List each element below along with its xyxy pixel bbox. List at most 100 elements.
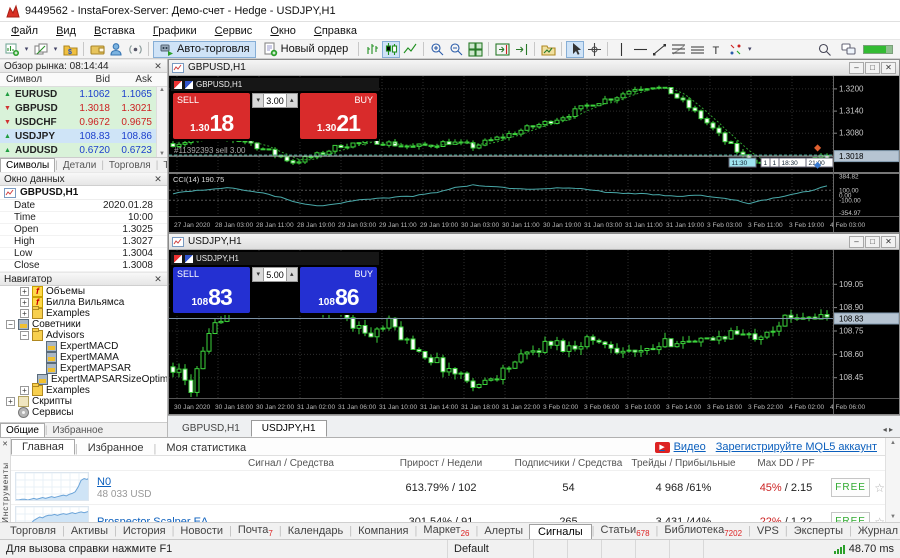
bar-chart-button[interactable]	[363, 41, 381, 58]
market-watch-row-usdchf[interactable]: ▼USDCHF0.96720.9675	[0, 115, 156, 129]
zoom-in-button[interactable]	[428, 41, 446, 58]
toolbox-tab-журнал[interactable]: Журнал	[852, 525, 900, 537]
column-header-4[interactable]: Трейды / Прибыльные	[626, 458, 741, 469]
zoom-out-button[interactable]	[447, 41, 465, 58]
line-chart-button[interactable]	[401, 41, 419, 58]
column-header-1[interactable]: Сигнал / Средства	[11, 458, 371, 469]
close-icon[interactable]: ✕	[881, 62, 896, 74]
volume-up-button[interactable]: ▴	[286, 267, 298, 282]
menu-справка[interactable]: Справка	[305, 24, 366, 38]
tile-windows-button[interactable]	[466, 41, 484, 58]
tree-item-examples[interactable]: +Examples	[0, 308, 167, 319]
column-header-3[interactable]: Подписчики / Средства	[511, 458, 626, 469]
gbpusd-window-titlebar[interactable]: GBPUSD,H1 – □ ✕	[169, 60, 899, 76]
close-icon[interactable]: ✕	[153, 274, 163, 285]
register-mql5-link[interactable]: Зарегистрируйте MQL5 аккаунт	[716, 441, 877, 453]
column-header-5[interactable]: Max DD / PF	[741, 458, 831, 469]
favorite-star-icon[interactable]: ☆	[874, 515, 885, 523]
free-button[interactable]: FREE	[831, 478, 870, 497]
cursor-tool-button[interactable]	[566, 41, 584, 58]
column-header-2[interactable]: Прирост / Недели	[371, 458, 511, 469]
close-icon[interactable]: ✕	[153, 61, 163, 72]
history-center-button[interactable]: $	[61, 41, 79, 58]
minimize-icon[interactable]: –	[849, 236, 864, 248]
collapse-icon[interactable]: −	[20, 331, 29, 340]
new-chart-button[interactable]	[3, 41, 21, 58]
toolbox-tab-календарь[interactable]: Календарь	[282, 525, 350, 537]
toolbox-tab-история[interactable]: История	[117, 525, 172, 537]
broadcast-button[interactable]	[126, 41, 144, 58]
market-watch-row-usdjpy[interactable]: ▲USDJPY108.83108.86	[0, 129, 156, 143]
usdjpy-window-titlebar[interactable]: USDJPY,H1 – □ ✕	[169, 234, 899, 250]
menu-окно[interactable]: Окно	[261, 24, 305, 38]
close-icon[interactable]: ✕	[153, 174, 163, 185]
autotrade-button[interactable]: Авто-торговля	[153, 41, 256, 58]
signal-name-link[interactable]: Prospector Scalper EA	[97, 516, 208, 523]
signal-name-link[interactable]: N0	[97, 476, 151, 488]
toolbox-tab-библиотека[interactable]: Библиотека7202	[658, 524, 748, 538]
chart-shift-button[interactable]	[493, 41, 511, 58]
volume-down-button[interactable]: ▾	[252, 267, 264, 282]
horizontal-line-tool[interactable]	[631, 41, 649, 58]
toolbox-tab-компания[interactable]: Компания	[352, 525, 414, 537]
account-button[interactable]	[107, 41, 125, 58]
signal-row[interactable]: Prospector Scalper EA301.54% / 912653 43…	[11, 505, 885, 522]
panel-icon[interactable]	[174, 255, 182, 263]
menu-вставка[interactable]: Вставка	[85, 24, 144, 38]
volume-down-button[interactable]: ▾	[252, 93, 264, 108]
expand-icon[interactable]: +	[20, 309, 29, 318]
arrows-tool[interactable]	[726, 41, 744, 58]
expand-icon[interactable]: +	[20, 298, 29, 307]
tree-item-advisors[interactable]: −Advisors	[0, 330, 167, 341]
navigator-tab-2[interactable]: Избранное	[48, 425, 109, 436]
navigator-tab-1[interactable]: Общие	[0, 423, 45, 437]
text-tool[interactable]: T	[707, 41, 725, 58]
signals-tab-3[interactable]: Моя статистика	[156, 441, 256, 455]
toolbox-tab-почта[interactable]: Почта7	[232, 524, 279, 538]
tree-item-советники[interactable]: −Советники	[0, 319, 167, 330]
chart-tab-usdjpy-h1[interactable]: USDJPY,H1	[251, 420, 327, 437]
sell-button[interactable]: SELL 10883	[173, 267, 250, 313]
column-symbol[interactable]: Символ	[0, 74, 72, 85]
buy-button[interactable]: BUY 1.3021	[300, 93, 377, 139]
video-link[interactable]: ▶Видео	[655, 441, 706, 453]
market-watch-tab-3[interactable]: Торговля	[104, 160, 156, 171]
sell-button[interactable]: SELL 1.3018	[173, 93, 250, 139]
toolbox-tab-статьи[interactable]: Статьи678	[595, 524, 656, 538]
search-icon[interactable]	[815, 41, 833, 58]
chat-icon[interactable]	[839, 41, 857, 58]
menu-файл[interactable]: Файл	[2, 24, 47, 38]
tree-item-объемы[interactable]: +fОбъемы	[0, 286, 167, 297]
signals-tab-2[interactable]: Избранное	[78, 441, 154, 455]
column-bid[interactable]: Bid	[72, 74, 114, 85]
toolbox-tab-активы[interactable]: Активы	[65, 525, 114, 537]
signals-scrollbar[interactable]: ▲▼	[885, 438, 900, 522]
maximize-icon[interactable]: □	[865, 62, 880, 74]
market-watch-tab-2[interactable]: Детали	[58, 160, 101, 171]
market-watch-tab-1[interactable]: Символы	[0, 158, 55, 172]
arrows-dropdown-icon[interactable]: ▾	[745, 45, 754, 53]
market-watch-row-eurusd[interactable]: ▲EURUSD1.10621.1065	[0, 87, 156, 101]
deposit-button[interactable]	[88, 41, 106, 58]
connection-status[interactable]: 48.70 ms	[790, 540, 900, 558]
tree-item-expertmapsar[interactable]: ExpertMAPSAR	[0, 363, 167, 374]
maximize-icon[interactable]: □	[865, 236, 880, 248]
menu-вид[interactable]: Вид	[47, 24, 85, 38]
toolbox-tab-маркет[interactable]: Маркет26	[417, 524, 475, 538]
signals-tab-1[interactable]: Главная	[11, 439, 75, 455]
expand-icon[interactable]: +	[6, 397, 15, 406]
expand-icon[interactable]: +	[20, 287, 29, 296]
market-watch-tab-4[interactable]: Тики	[158, 160, 167, 171]
favorite-star-icon[interactable]: ☆	[874, 481, 885, 495]
minimize-icon[interactable]: –	[849, 62, 864, 74]
volume-input[interactable]: 5.00	[264, 267, 286, 282]
expand-icon[interactable]: +	[20, 386, 29, 395]
new-chart-dropdown-icon[interactable]: ▾	[22, 45, 31, 53]
toolbox-tab-vps[interactable]: VPS	[751, 525, 785, 537]
close-icon[interactable]: ✕	[2, 440, 8, 448]
profiles-button[interactable]	[32, 41, 50, 58]
menu-графики[interactable]: Графики	[144, 24, 206, 38]
new-order-button[interactable]: Новый ордер	[257, 41, 355, 58]
toolbox-tab-сигналы[interactable]: Сигналы	[529, 524, 592, 539]
tab-scroll-arrows[interactable]: ◂ ▸	[883, 425, 897, 437]
